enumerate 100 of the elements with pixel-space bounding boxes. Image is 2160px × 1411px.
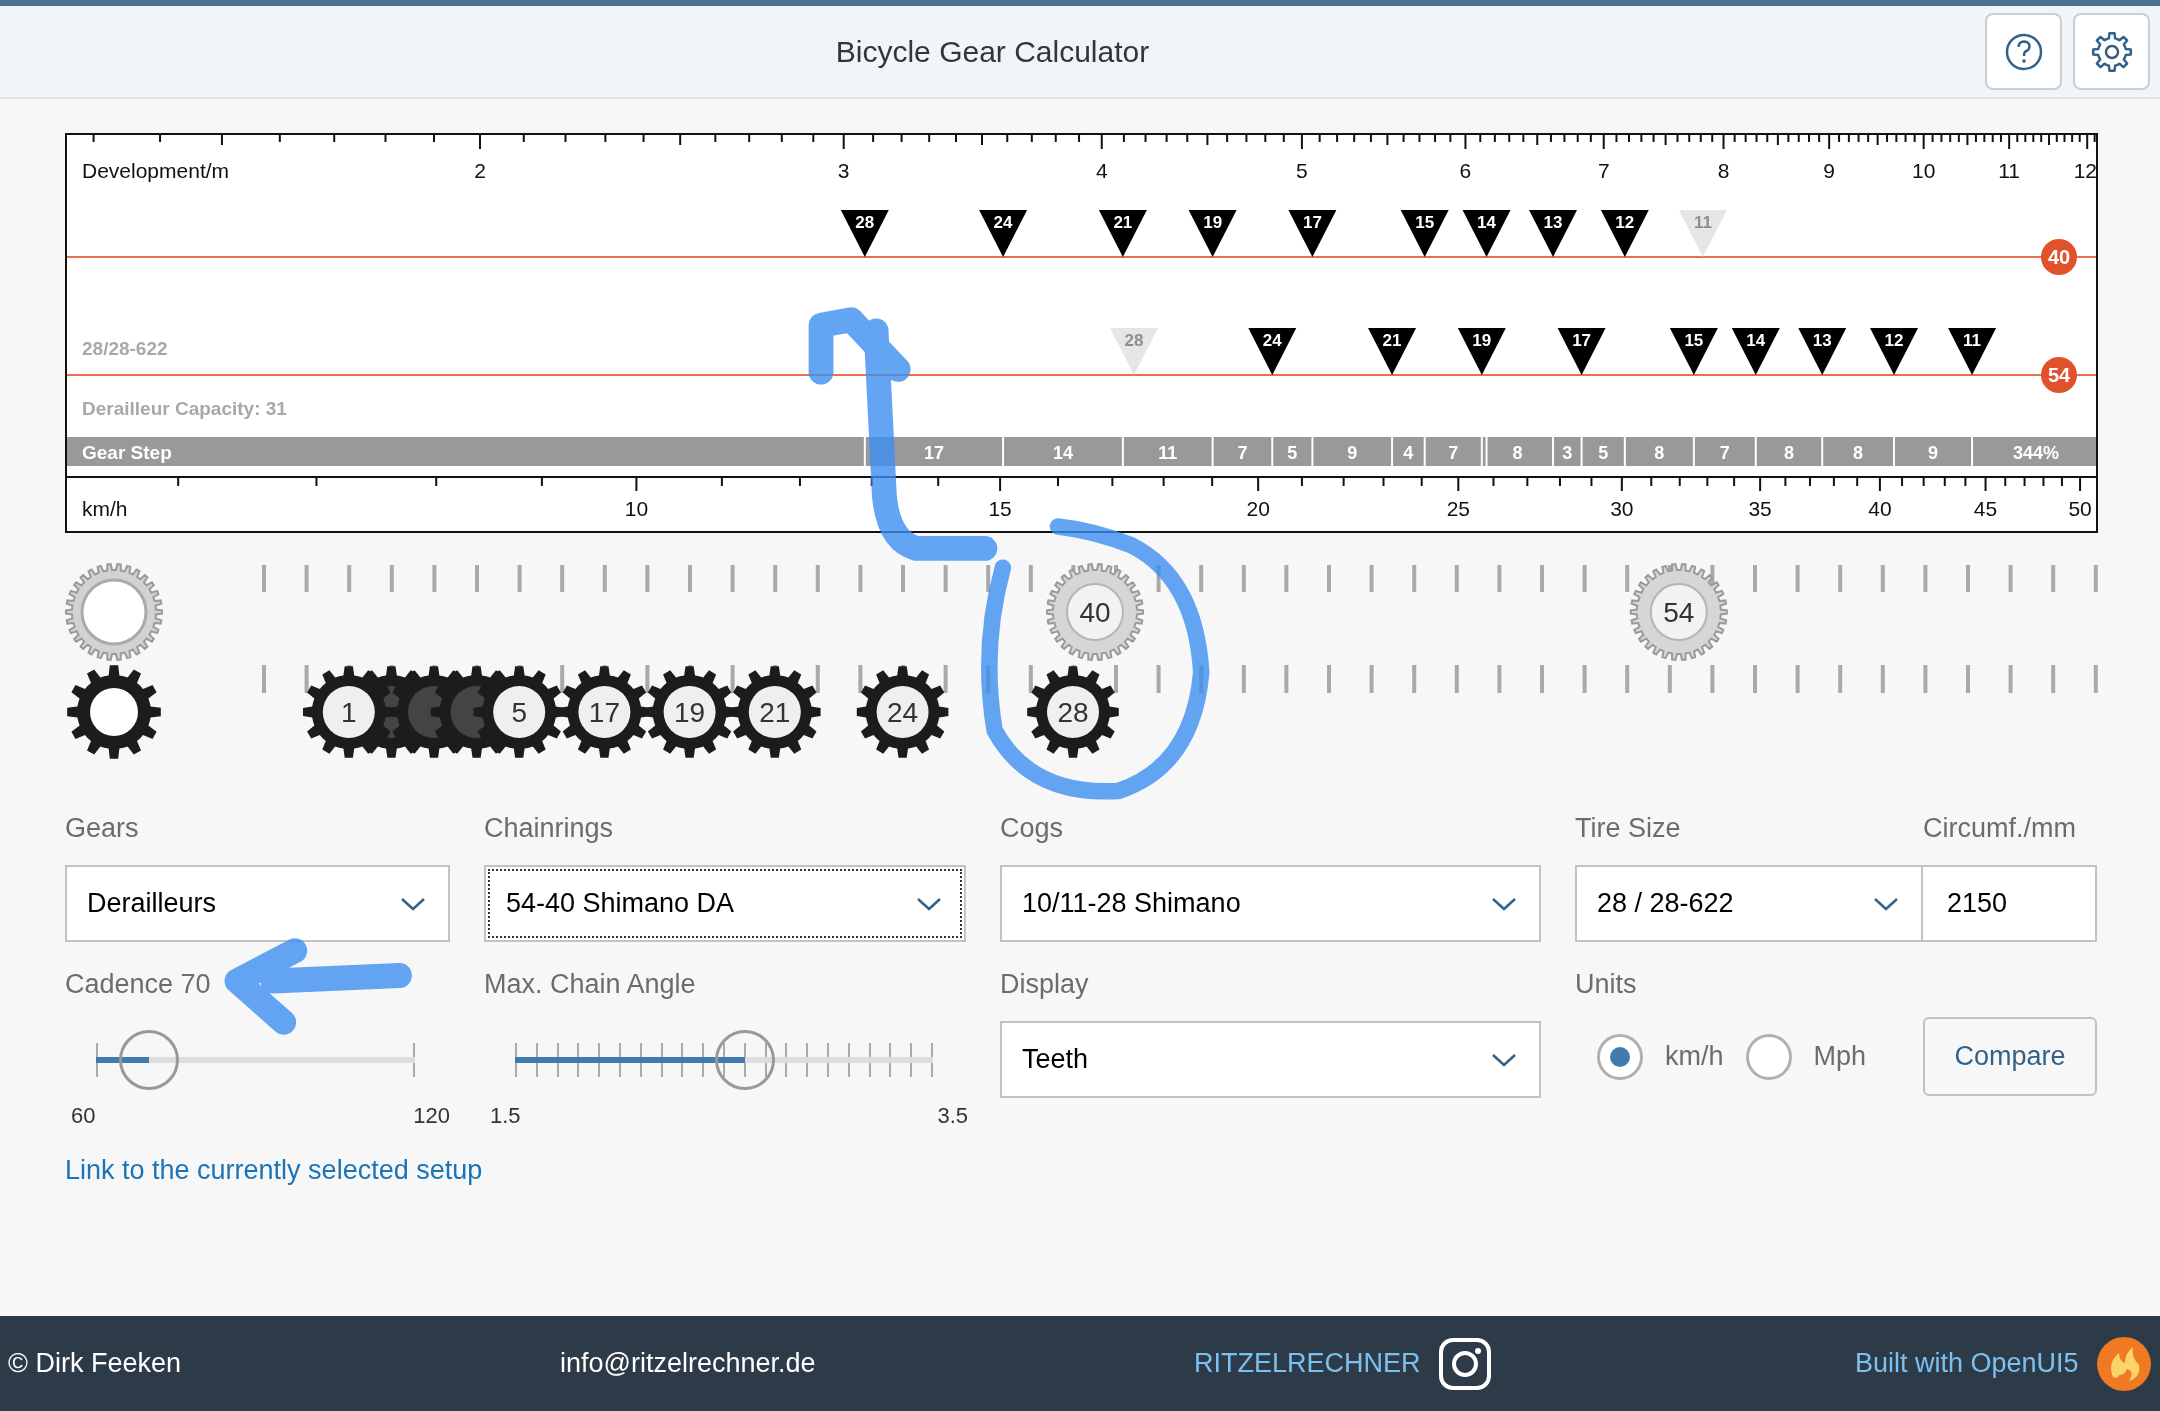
gear-marker: 12 <box>1870 328 1919 375</box>
radio-button[interactable] <box>1597 1033 1643 1080</box>
slider-thumb[interactable] <box>119 1029 180 1090</box>
tire-size-dropdown[interactable]: 28 / 28-622 <box>1575 865 1923 942</box>
cogs-dropdown[interactable]: 10/11-28 Shimano <box>1000 865 1541 942</box>
brand-link[interactable]: RITZELRECHNER <box>1194 1348 1421 1379</box>
slider-min-label: 60 <box>71 1102 96 1130</box>
scale-label: 9 <box>1823 159 1835 182</box>
radio-label: Mph <box>1813 1041 1867 1072</box>
scale-label: 10 <box>1912 159 1936 182</box>
circumference-input[interactable]: 2150 <box>1923 865 2097 942</box>
gear-step-value: 8 <box>1853 443 1864 463</box>
chainring-icon <box>65 563 163 661</box>
scale-label: 40 <box>1868 497 1892 520</box>
radio-label: km/h <box>1665 1041 1724 1072</box>
field-label: Chainrings <box>484 812 615 845</box>
gears-dropdown[interactable]: Derailleurs <box>65 865 450 942</box>
help-button[interactable] <box>1985 13 2062 90</box>
gear-step-value: 17 <box>923 443 944 463</box>
flame-logo-icon <box>2094 1334 2153 1393</box>
gear-step-value: 4 <box>1403 443 1414 463</box>
gear-marker: 15 <box>1669 328 1718 375</box>
gear-marker: 19 <box>1188 210 1237 257</box>
camera-icon[interactable] <box>1436 1335 1493 1392</box>
gear-marker: 17 <box>1288 210 1337 257</box>
chevron-down-icon <box>1873 895 1899 912</box>
gear-marker: 11 <box>1948 328 1997 375</box>
slider-min-label: 1.5 <box>490 1102 521 1130</box>
scale-label: 20 <box>1246 497 1270 520</box>
chevron-down-icon <box>916 895 942 912</box>
scale-label: 2 <box>474 159 486 182</box>
chainrings-dropdown[interactable]: 54-40 Shimano DA <box>484 865 966 942</box>
author-text: © Dirk Feeken <box>8 1348 182 1379</box>
gear-marker: 14 <box>1462 210 1511 257</box>
settings-icon <box>2090 30 2133 73</box>
unit-radio[interactable]: km/h <box>1597 1033 1724 1080</box>
help-icon <box>2003 31 2044 72</box>
gear-step-value: 14 <box>1052 443 1073 463</box>
gear-marker: 15 <box>1400 210 1449 257</box>
gear-marker: 17 <box>1557 328 1606 375</box>
gear-step-value: 5 <box>1287 443 1298 463</box>
slider-max-label: 3.5 <box>937 1102 968 1130</box>
chevron-down-icon <box>1491 1051 1517 1068</box>
chainring-badge: 54 <box>2041 357 2077 393</box>
gear-marker: 13 <box>1529 210 1578 257</box>
gear-marker: 21 <box>1368 328 1417 375</box>
scale-label: 35 <box>1748 497 1772 520</box>
gear-marker: 14 <box>1731 328 1780 375</box>
field-label: Max. Chain Angle <box>484 968 697 1001</box>
setup-link[interactable]: Link to the currently selected setup <box>65 1151 483 1189</box>
scale-label: 3 <box>837 159 850 182</box>
axis-title: Development/m <box>82 159 230 182</box>
gear-step-value: 11 <box>1158 443 1178 463</box>
scale-label: 30 <box>1610 497 1634 520</box>
cog: 21 <box>729 666 821 758</box>
gear-step-value: 5 <box>1598 443 1609 463</box>
field-label: Cadence 70 <box>65 968 212 1001</box>
unit-radio[interactable]: Mph <box>1745 1033 1867 1080</box>
gear-step-value: 3 <box>1562 443 1573 463</box>
gear-marker: 13 <box>1798 328 1847 375</box>
window-title: Bicycle Gear Calculator <box>834 34 1151 69</box>
field-label: Circumf./mm <box>1923 812 2077 845</box>
gear-marker: 28 <box>840 210 889 257</box>
gear-step-value: 7 <box>1237 443 1248 463</box>
scale-label: 25 <box>1446 497 1470 520</box>
scale-label: 4 <box>1095 159 1108 182</box>
cog: 28 <box>1027 666 1119 758</box>
scale-label: 6 <box>1459 159 1472 182</box>
chainring-badge: 40 <box>2041 239 2077 275</box>
chainring: 40 <box>1046 563 1144 661</box>
gear-step-value: 7 <box>1719 443 1730 463</box>
settings-button[interactable] <box>2073 13 2150 90</box>
gear-marker: 19 <box>1457 328 1506 375</box>
scale-label: 7 <box>1597 159 1610 182</box>
gear-marker: 11 <box>1678 210 1727 257</box>
field-label: Display <box>1000 968 1090 1001</box>
compare-button[interactable]: Compare <box>1923 1017 2097 1096</box>
field-label: Gears <box>65 812 140 845</box>
email-text: info@ritzelrechner.de <box>560 1348 817 1379</box>
chevron-down-icon <box>1491 895 1517 912</box>
scale-label: 50 <box>2068 497 2092 520</box>
field-label: Tire Size <box>1575 812 1681 845</box>
gear-step-value: 8 <box>1512 443 1523 463</box>
field-label: Cogs <box>1000 812 1065 845</box>
gear-marker: 21 <box>1098 210 1147 257</box>
scale-label: 11 <box>1998 159 2021 182</box>
built-with-link[interactable]: Built with OpenUI5 <box>1855 1348 2079 1379</box>
gear-marker: 24 <box>1248 328 1297 375</box>
gear-step-value: 9 <box>1347 443 1358 463</box>
scale-label: 5 <box>1296 159 1308 182</box>
tire-label: 28/28-622 <box>82 338 168 359</box>
gear-step-value: 7 <box>1448 443 1459 463</box>
display-dropdown[interactable]: Teeth <box>1000 1021 1541 1098</box>
scale-label: 12 <box>2073 159 2096 182</box>
gear-marker: 12 <box>1600 210 1649 257</box>
slider-thumb[interactable] <box>714 1029 775 1090</box>
chainring: 54 <box>1629 563 1728 661</box>
axis-title: km/h <box>82 497 128 520</box>
cog: 1 <box>303 666 395 758</box>
cog-icon <box>67 665 161 759</box>
